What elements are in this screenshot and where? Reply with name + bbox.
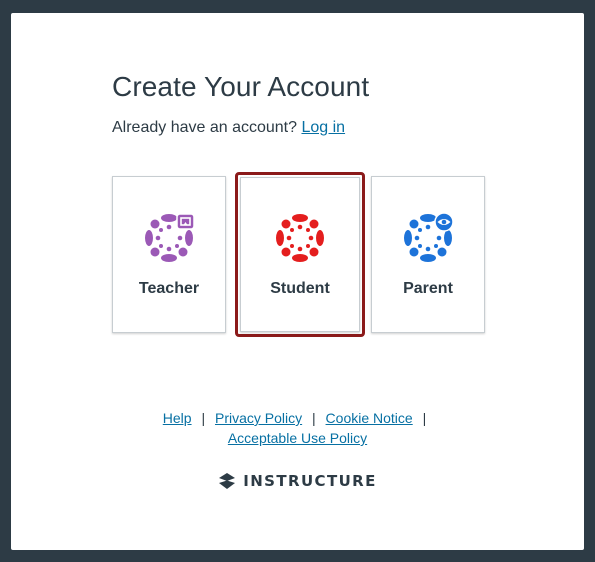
login-link[interactable]: Log in (301, 119, 345, 136)
account-type-student[interactable]: Student (235, 172, 365, 337)
acceptable-use-policy-link[interactable]: Acceptable Use Policy (228, 430, 367, 446)
login-prompt: Already have an account? Log in (112, 119, 345, 137)
login-prompt-text: Already have an account? (112, 119, 298, 136)
footer-links-row-1: Help | Privacy Policy | Cookie Notice | (11, 408, 584, 428)
footer-separator: | (422, 410, 427, 426)
cookie-notice-link[interactable]: Cookie Notice (326, 410, 413, 426)
help-link[interactable]: Help (163, 410, 192, 426)
account-type-parent[interactable]: Parent (371, 176, 485, 333)
account-type-label: Teacher (138, 280, 200, 297)
canvas-parent-icon (404, 212, 454, 262)
create-account-panel: Create Your Account Already have an acco… (11, 13, 584, 550)
footer-separator: | (312, 410, 316, 426)
page-title: Create Your Account (112, 71, 370, 102)
instructure-brand: INSTRUCTURE (11, 472, 584, 490)
footer-links: Help | Privacy Policy | Cookie Notice | … (11, 408, 584, 448)
privacy-policy-link[interactable]: Privacy Policy (215, 410, 302, 426)
canvas-teacher-icon (145, 213, 195, 262)
footer-separator: | (201, 410, 206, 426)
footer-links-row-2: Acceptable Use Policy (11, 428, 584, 448)
instructure-logo-icon (219, 473, 236, 489)
instructure-wordmark: INSTRUCTURE (243, 472, 377, 490)
canvas-student-icon (276, 214, 324, 262)
account-type-label: Student (270, 280, 330, 297)
account-type-label: Parent (403, 280, 453, 297)
account-type-teacher[interactable]: Teacher (112, 176, 226, 333)
